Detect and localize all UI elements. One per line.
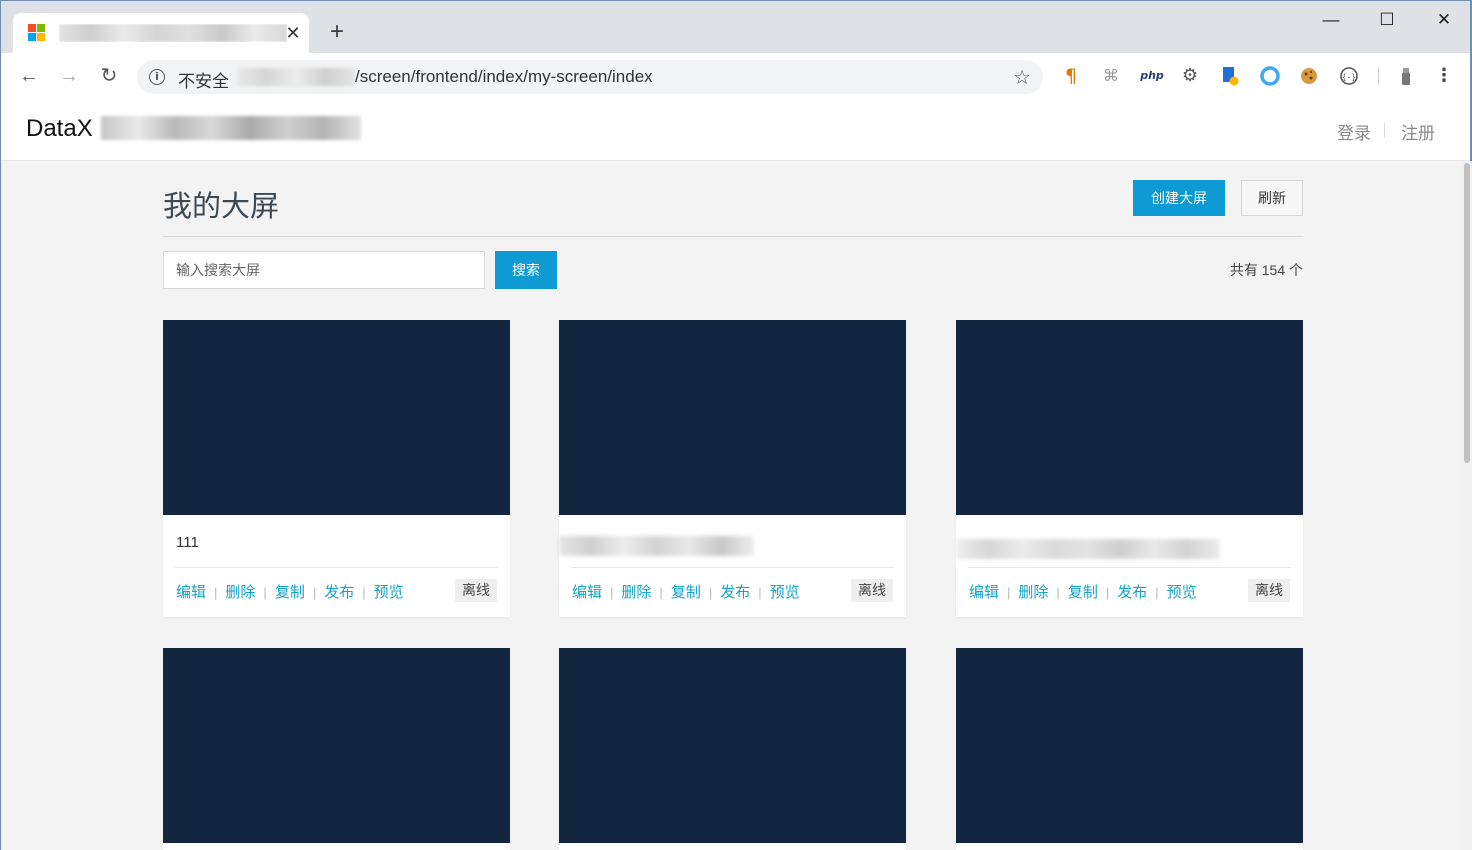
back-arrow-icon[interactable]: ← [15,62,43,90]
screen-name: 111 [176,534,199,551]
action-separator: | [263,585,267,600]
edit-link[interactable]: 编辑 [176,584,206,601]
new-tab-button[interactable]: + [323,19,351,47]
action-separator: | [1105,585,1110,600]
maximize-icon[interactable]: ☐ [1367,5,1407,35]
action-separator: | [1007,585,1011,600]
screen-thumbnail[interactable] [559,648,906,843]
code-icon[interactable]: {-} [1338,65,1360,87]
search-input[interactable] [163,251,485,289]
card-divider [571,567,894,568]
preview-link[interactable]: 预览 [770,584,800,601]
copy-link[interactable]: 复制 [1068,584,1098,601]
delete-link[interactable]: 删除 [1018,584,1048,601]
cookie-icon[interactable] [1298,65,1320,87]
screen-card [163,648,510,850]
action-separator: | [610,585,614,600]
page-scrollbar[interactable] [1462,161,1472,850]
screen-card: 编辑 | 删除 | 复制 | 发布 | 预览 离线 [956,320,1303,617]
ring-icon[interactable] [1259,65,1281,87]
card-divider [968,567,1291,568]
status-badge: 离线 [1248,579,1290,602]
screen-thumbnail[interactable] [956,320,1303,515]
register-link[interactable]: 注册 [1401,119,1435,144]
card-actions: 编辑 | 删除 | 复制 | 发布 | 预览 [969,581,1197,601]
create-screen-button[interactable]: 创建大屏 [1133,180,1225,216]
action-separator: | [1155,585,1159,600]
page-title: 我的大屏 [163,191,280,223]
paragraph-icon[interactable]: ¶ [1060,65,1082,87]
title-divider [163,236,1303,237]
svg-text:{-}: {-} [1342,73,1356,82]
action-separator: | [758,585,762,600]
spray-icon[interactable] [1395,65,1417,87]
action-separator: | [659,585,663,600]
screen-name-redacted [956,539,1220,559]
refresh-button[interactable]: 刷新 [1241,180,1303,216]
browser-tab[interactable]: ✕ [13,13,309,53]
publish-link[interactable]: 发布 [720,584,750,601]
window-close-icon[interactable]: ✕ [1424,5,1464,35]
copy-link[interactable]: 复制 [275,584,305,601]
security-label: 不安全 [178,72,229,91]
window-border-left [0,98,1,850]
screen-card [956,648,1303,850]
toolbar-divider [1378,67,1379,85]
screen-thumbnail[interactable] [559,320,906,515]
url-path: /screen/frontend/index/my-screen/index [355,67,653,86]
screen-card: 111 编辑 | 删除 | 复制 | 发布 | 预览 离线 [163,320,510,617]
script-icon[interactable] [1219,65,1241,87]
info-icon[interactable]: i [149,69,165,85]
url-host-redacted [237,68,355,86]
action-separator: | [214,585,218,600]
delete-link[interactable]: 删除 [621,584,651,601]
status-badge: 离线 [851,579,893,602]
screen-thumbnail[interactable] [163,320,510,515]
card-actions: 编辑 | 删除 | 复制 | 发布 | 预览 [572,581,800,601]
extension-icon[interactable]: ⌘ [1100,65,1122,87]
bookmark-star-icon[interactable]: ☆ [1013,65,1031,90]
publish-link[interactable]: 发布 [324,584,354,601]
card-divider [175,567,498,568]
action-separator: | [362,585,366,600]
tab-close-icon[interactable]: ✕ [281,19,305,47]
site-header: DataX 登录 注册 [0,98,1470,161]
tab-title-redacted [59,24,287,42]
site-logo[interactable]: DataX [26,115,93,143]
browser-chrome: ✕ + — ☐ ✕ ← → ↻ i 不安全 /screen/frontend/i… [0,0,1472,99]
screen-card [559,648,906,850]
gear-icon[interactable]: ⚙ [1179,65,1201,87]
forward-arrow-icon[interactable]: → [55,62,83,90]
php-icon[interactable]: php [1138,65,1166,87]
menu-kebab-icon[interactable]: ⋮ [1433,65,1455,87]
status-badge: 离线 [455,579,497,602]
preview-link[interactable]: 预览 [374,584,404,601]
copy-link[interactable]: 复制 [671,584,701,601]
edit-link[interactable]: 编辑 [969,584,999,601]
delete-link[interactable]: 删除 [225,584,255,601]
browser-toolbar: ← → ↻ i 不安全 /screen/frontend/index/my-sc… [1,53,1471,99]
action-separator: | [312,585,317,600]
total-count: 共有 154 个 [1229,262,1303,278]
logo-subtitle-redacted [101,116,361,140]
card-actions: 编辑 | 删除 | 复制 | 发布 | 预览 [176,581,404,601]
publish-link[interactable]: 发布 [1117,584,1147,601]
scrollbar-thumb[interactable] [1464,163,1470,463]
screen-name-redacted [559,536,754,556]
header-separator [1384,123,1385,137]
site-favicon-icon [28,24,46,42]
screen-thumbnail[interactable] [163,648,510,843]
screen-card: 编辑 | 删除 | 复制 | 发布 | 预览 离线 [559,320,906,617]
login-link[interactable]: 登录 [1337,119,1371,144]
edit-link[interactable]: 编辑 [572,584,602,601]
action-separator: | [1056,585,1060,600]
reload-icon[interactable]: ↻ [95,62,123,90]
minimize-icon[interactable]: — [1311,5,1351,35]
search-button[interactable]: 搜索 [495,251,557,289]
preview-link[interactable]: 预览 [1167,584,1197,601]
address-bar[interactable]: i 不安全 /screen/frontend/index/my-screen/i… [137,60,1043,94]
screen-thumbnail[interactable] [956,648,1303,843]
action-separator: | [708,585,713,600]
